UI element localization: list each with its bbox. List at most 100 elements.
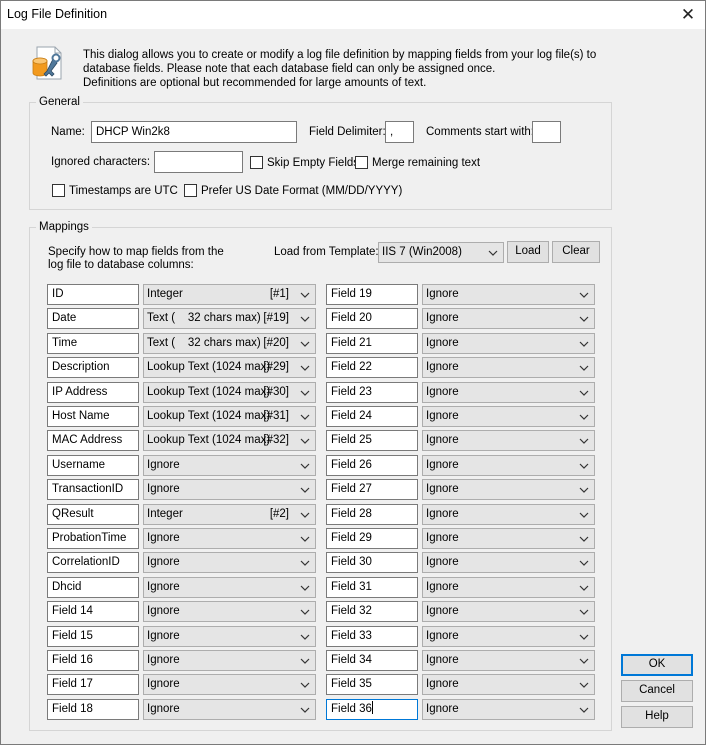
mapping-field-name[interactable]: ID (47, 284, 139, 305)
mapping-type-text: Ignore (426, 630, 459, 642)
mapping-column-tag: [#31] (263, 410, 289, 422)
mapping-field-name[interactable]: Field 32 (326, 601, 418, 622)
mapping-field-name[interactable]: Field 15 (47, 626, 139, 647)
ok-button[interactable]: OK (621, 654, 693, 676)
mapping-type-dropdown[interactable]: Ignore (143, 552, 316, 573)
mapping-type-dropdown[interactable]: Ignore (422, 333, 595, 354)
mapping-type-dropdown[interactable]: Ignore (422, 699, 595, 720)
mapping-field-name[interactable]: Field 21 (326, 333, 418, 354)
mapping-type-dropdown[interactable]: Ignore (422, 479, 595, 500)
mapping-field-name[interactable]: Time (47, 333, 139, 354)
mapping-type-dropdown[interactable]: Lookup Text (1024 max) [#31] (143, 406, 316, 427)
mapping-field-name[interactable]: Field 17 (47, 674, 139, 695)
mapping-type-dropdown[interactable]: Ignore (143, 650, 316, 671)
mapping-field-name[interactable]: Field 16 (47, 650, 139, 671)
template-dropdown[interactable]: IIS 7 (Win2008) (378, 242, 504, 263)
mapping-type-dropdown[interactable]: Text ( 32 chars max) [#20] (143, 333, 316, 354)
mapping-field-name[interactable]: Field 33 (326, 626, 418, 647)
mapping-type-dropdown[interactable]: Ignore (422, 528, 595, 549)
help-button[interactable]: Help (621, 706, 693, 728)
skip-empty-fields-checkbox[interactable]: Skip Empty Fields (250, 156, 359, 169)
prefer-us-date-checkbox[interactable]: Prefer US Date Format (MM/DD/YYYY) (184, 184, 402, 197)
mapping-field-name[interactable]: Field 28 (326, 504, 418, 525)
mapping-field-name[interactable]: Field 26 (326, 455, 418, 476)
mapping-type-dropdown[interactable]: Ignore (422, 430, 595, 451)
mapping-type-dropdown[interactable]: Ignore (143, 699, 316, 720)
mapping-type-dropdown[interactable]: Ignore (422, 406, 595, 427)
cancel-button[interactable]: Cancel (621, 680, 693, 702)
mapping-type-dropdown[interactable]: Ignore (422, 626, 595, 647)
mapping-field-name[interactable]: Field 22 (326, 357, 418, 378)
name-field[interactable]: DHCP Win2k8 (91, 121, 297, 143)
comments-field[interactable] (532, 121, 561, 143)
template-value: IIS 7 (Win2008) (382, 246, 462, 258)
mapping-field-name[interactable]: Dhcid (47, 577, 139, 598)
mapping-field-name-text: Date (52, 312, 77, 324)
mapping-field-name[interactable]: CorrelationID (47, 552, 139, 573)
mapping-type-dropdown[interactable]: Integer [#2] (143, 504, 316, 525)
mapping-type-dropdown[interactable]: Lookup Text (1024 max) [#29] (143, 357, 316, 378)
timestamps-utc-checkbox[interactable]: Timestamps are UTC (52, 184, 178, 197)
ignored-characters-field[interactable] (154, 151, 243, 173)
mapping-type-dropdown[interactable]: Ignore (422, 552, 595, 573)
mapping-type-dropdown[interactable]: Ignore (422, 650, 595, 671)
mapping-type-dropdown[interactable]: Ignore (422, 504, 595, 525)
mapping-field-name[interactable]: IP Address (47, 382, 139, 403)
mapping-type-dropdown[interactable]: Ignore (143, 626, 316, 647)
mapping-field-name[interactable]: ProbationTime (47, 528, 139, 549)
mapping-field-name[interactable]: Field 14 (47, 601, 139, 622)
mapping-field-name[interactable]: Field 30 (326, 552, 418, 573)
clear-button[interactable]: Clear (552, 241, 600, 263)
mapping-type-dropdown[interactable]: Ignore (143, 479, 316, 500)
mapping-type-text: Lookup Text (1024 max) (147, 410, 271, 422)
mapping-field-name[interactable]: Field 18 (47, 699, 139, 720)
checkbox-box[interactable] (355, 156, 368, 169)
mapping-type-dropdown[interactable]: Text ( 32 chars max) [#19] (143, 308, 316, 329)
merge-remaining-text-checkbox[interactable]: Merge remaining text (355, 156, 480, 169)
field-delimiter-field[interactable]: , (385, 121, 414, 143)
mapping-type-dropdown[interactable]: Lookup Text (1024 max) [#30] (143, 382, 316, 403)
mapping-field-name[interactable]: Field 19 (326, 284, 418, 305)
checkbox-box[interactable] (184, 184, 197, 197)
mapping-field-name[interactable]: Field 36 (326, 699, 418, 720)
mapping-type-dropdown[interactable]: Ignore (422, 357, 595, 378)
mapping-type-dropdown[interactable]: Ignore (422, 577, 595, 598)
merge-remaining-text-label: Merge remaining text (372, 156, 481, 169)
mapping-field-name[interactable]: Host Name (47, 406, 139, 427)
mapping-type-dropdown[interactable]: Ignore (143, 455, 316, 476)
mapping-type-dropdown[interactable]: Integer [#1] (143, 284, 316, 305)
mapping-field-name[interactable]: Field 31 (326, 577, 418, 598)
mapping-type-dropdown[interactable]: Ignore (143, 577, 316, 598)
load-button[interactable]: Load (507, 241, 549, 263)
mapping-type-dropdown[interactable]: Ignore (422, 284, 595, 305)
mapping-type-dropdown[interactable]: Lookup Text (1024 max) [#32] (143, 430, 316, 451)
mapping-field-name[interactable]: Description (47, 357, 139, 378)
mapping-field-name[interactable]: Field 23 (326, 382, 418, 403)
mapping-field-name[interactable]: Field 27 (326, 479, 418, 500)
mapping-field-name[interactable]: Field 25 (326, 430, 418, 451)
mapping-field-name[interactable]: Field 35 (326, 674, 418, 695)
mapping-type-dropdown[interactable]: Ignore (422, 455, 595, 476)
mapping-field-name[interactable]: Field 24 (326, 406, 418, 427)
mapping-field-name[interactable]: MAC Address (47, 430, 139, 451)
mapping-field-name[interactable]: Username (47, 455, 139, 476)
mapping-field-name-text: MAC Address (52, 434, 123, 446)
mapping-field-name[interactable]: Field 20 (326, 308, 418, 329)
mapping-field-name[interactable]: TransactionID (47, 479, 139, 500)
checkbox-box[interactable] (52, 184, 65, 197)
mapping-field-name[interactable]: QResult (47, 504, 139, 525)
mapping-type-dropdown[interactable]: Ignore (143, 674, 316, 695)
mapping-type-dropdown[interactable]: Ignore (422, 382, 595, 403)
mapping-field-name[interactable]: Date (47, 308, 139, 329)
chevron-down-icon (579, 634, 589, 640)
checkbox-box[interactable] (250, 156, 263, 169)
close-icon[interactable]: ✕ (671, 1, 705, 29)
mapping-type-dropdown[interactable]: Ignore (143, 601, 316, 622)
mapping-field-name[interactable]: Field 34 (326, 650, 418, 671)
mapping-field-name[interactable]: Field 29 (326, 528, 418, 549)
mapping-type-dropdown[interactable]: Ignore (422, 674, 595, 695)
mapping-type-dropdown[interactable]: Ignore (422, 308, 595, 329)
mapping-type-dropdown[interactable]: Ignore (143, 528, 316, 549)
mapping-field-name-text: Field 25 (331, 434, 372, 446)
mapping-type-dropdown[interactable]: Ignore (422, 601, 595, 622)
